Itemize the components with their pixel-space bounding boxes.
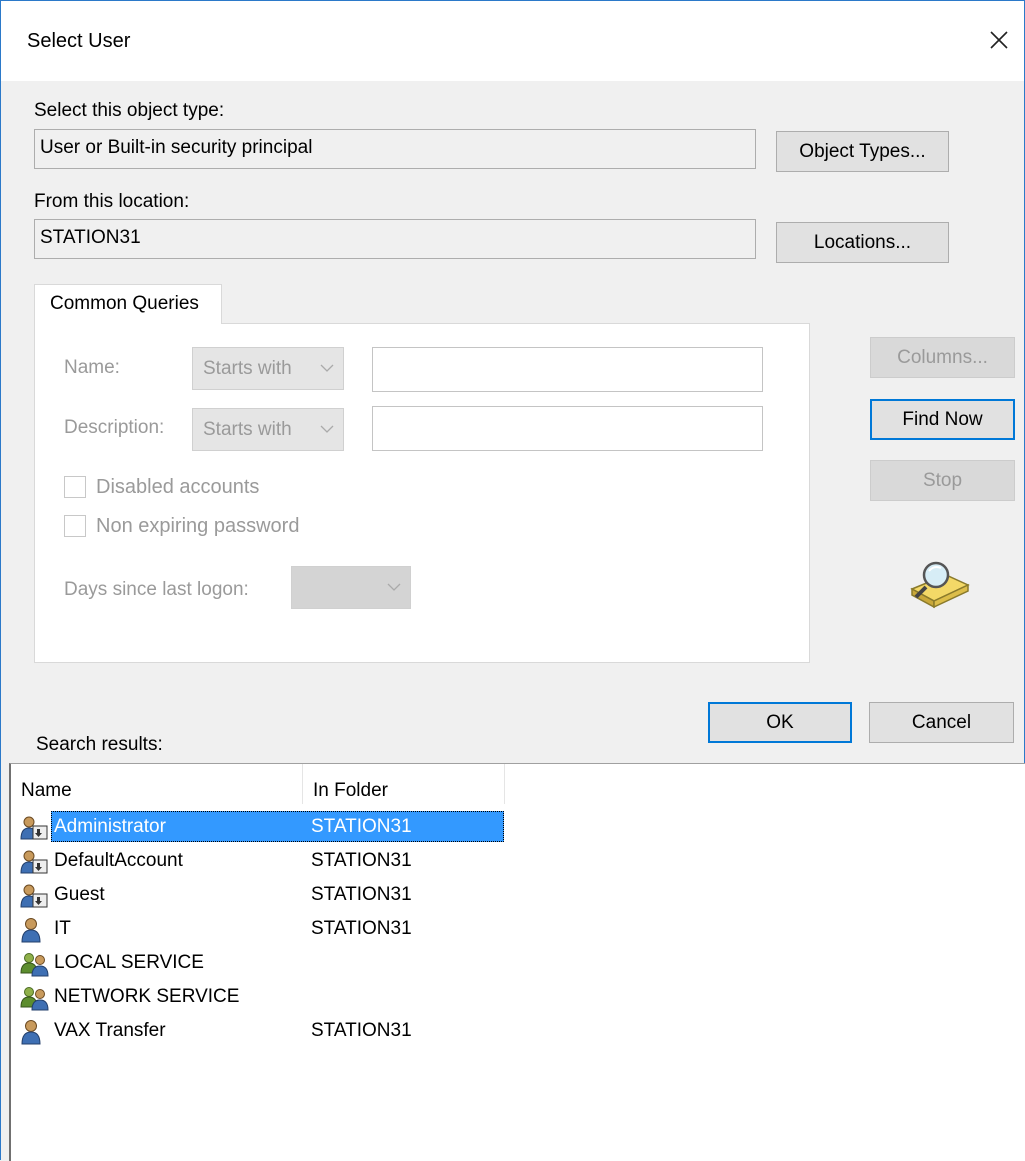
row-name: NETWORK SERVICE: [54, 986, 240, 1007]
select-user-dialog: Select User Select this object type: Use…: [0, 0, 1025, 1161]
row-folder: STATION31: [311, 1020, 412, 1041]
table-row[interactable]: VAX Transfer STATION31: [11, 1015, 506, 1048]
column-header-name[interactable]: Name: [11, 764, 303, 804]
row-folder: STATION31: [311, 884, 412, 905]
table-row[interactable]: Administrator STATION31: [11, 811, 506, 844]
window-title: Select User: [27, 30, 131, 52]
find-now-button[interactable]: Find Now: [870, 399, 1015, 440]
name-label: Name:: [64, 357, 120, 378]
row-folder: STATION31: [311, 850, 412, 871]
column-header-folder-label: In Folder: [313, 780, 388, 801]
search-results-label: Search results:: [36, 734, 163, 755]
close-icon[interactable]: [982, 23, 1016, 57]
disabled-accounts-label: Disabled accounts: [96, 476, 260, 498]
row-folder: STATION31: [311, 816, 412, 837]
search-results-list[interactable]: Name In Folder Administrator STATION31 Def…: [9, 763, 1025, 1161]
row-name: VAX Transfer: [54, 1020, 166, 1041]
disabled-accounts-checkbox[interactable]: [64, 476, 86, 498]
row-name: DefaultAccount: [54, 850, 183, 871]
chevron-down-icon: [320, 425, 334, 433]
days-since-logon-label: Days since last logon:: [64, 579, 249, 600]
name-match-combo[interactable]: Starts with: [192, 347, 344, 390]
name-input[interactable]: [372, 347, 763, 392]
ok-button[interactable]: OK: [708, 702, 852, 743]
title-bar: Select User: [1, 1, 1024, 81]
row-name: Administrator: [54, 816, 166, 837]
non-expiring-label: Non expiring password: [96, 515, 300, 537]
location-label: From this location:: [34, 191, 190, 212]
user-icon: [20, 1019, 54, 1051]
locations-button[interactable]: Locations...: [776, 222, 949, 263]
row-name: LOCAL SERVICE: [54, 952, 204, 973]
user-icon: [20, 917, 54, 949]
object-type-label: Select this object type:: [34, 100, 225, 121]
row-name: IT: [54, 918, 71, 939]
columns-button[interactable]: Columns...: [870, 337, 1015, 378]
column-header-in-folder[interactable]: In Folder: [303, 764, 505, 804]
column-header-name-label: Name: [21, 780, 72, 801]
chevron-down-icon: [387, 583, 401, 591]
cancel-button[interactable]: Cancel: [869, 702, 1014, 743]
description-label: Description:: [64, 417, 165, 438]
group-icon: [20, 985, 54, 1017]
name-match-value: Starts with: [203, 358, 292, 379]
table-row[interactable]: DefaultAccount STATION31: [11, 845, 506, 878]
user-down-icon: [20, 883, 54, 915]
object-types-button[interactable]: Object Types...: [776, 131, 949, 172]
location-field: STATION31: [34, 219, 756, 259]
table-row[interactable]: NETWORK SERVICE: [11, 981, 506, 1014]
user-down-icon: [20, 815, 54, 847]
description-match-combo[interactable]: Starts with: [192, 408, 344, 451]
tab-label: Common Queries: [50, 293, 199, 314]
row-folder: STATION31: [311, 918, 412, 939]
common-queries-panel: Name: Starts with Description: Starts wi…: [34, 323, 810, 663]
object-type-field: User or Built-in security principal: [34, 129, 756, 169]
chevron-down-icon: [320, 364, 334, 372]
tab-common-queries[interactable]: Common Queries: [34, 284, 222, 324]
row-name: Guest: [54, 884, 105, 905]
table-row[interactable]: Guest STATION31: [11, 879, 506, 912]
non-expiring-checkbox[interactable]: [64, 515, 86, 537]
stop-button[interactable]: Stop: [870, 460, 1015, 501]
user-down-icon: [20, 849, 54, 881]
group-icon: [20, 951, 54, 983]
table-row[interactable]: LOCAL SERVICE: [11, 947, 506, 980]
table-row[interactable]: IT STATION31: [11, 913, 506, 946]
search-magnifier-icon: [910, 561, 970, 609]
description-match-value: Starts with: [203, 419, 292, 440]
days-since-logon-combo[interactable]: [291, 566, 411, 609]
description-input[interactable]: [372, 406, 763, 451]
